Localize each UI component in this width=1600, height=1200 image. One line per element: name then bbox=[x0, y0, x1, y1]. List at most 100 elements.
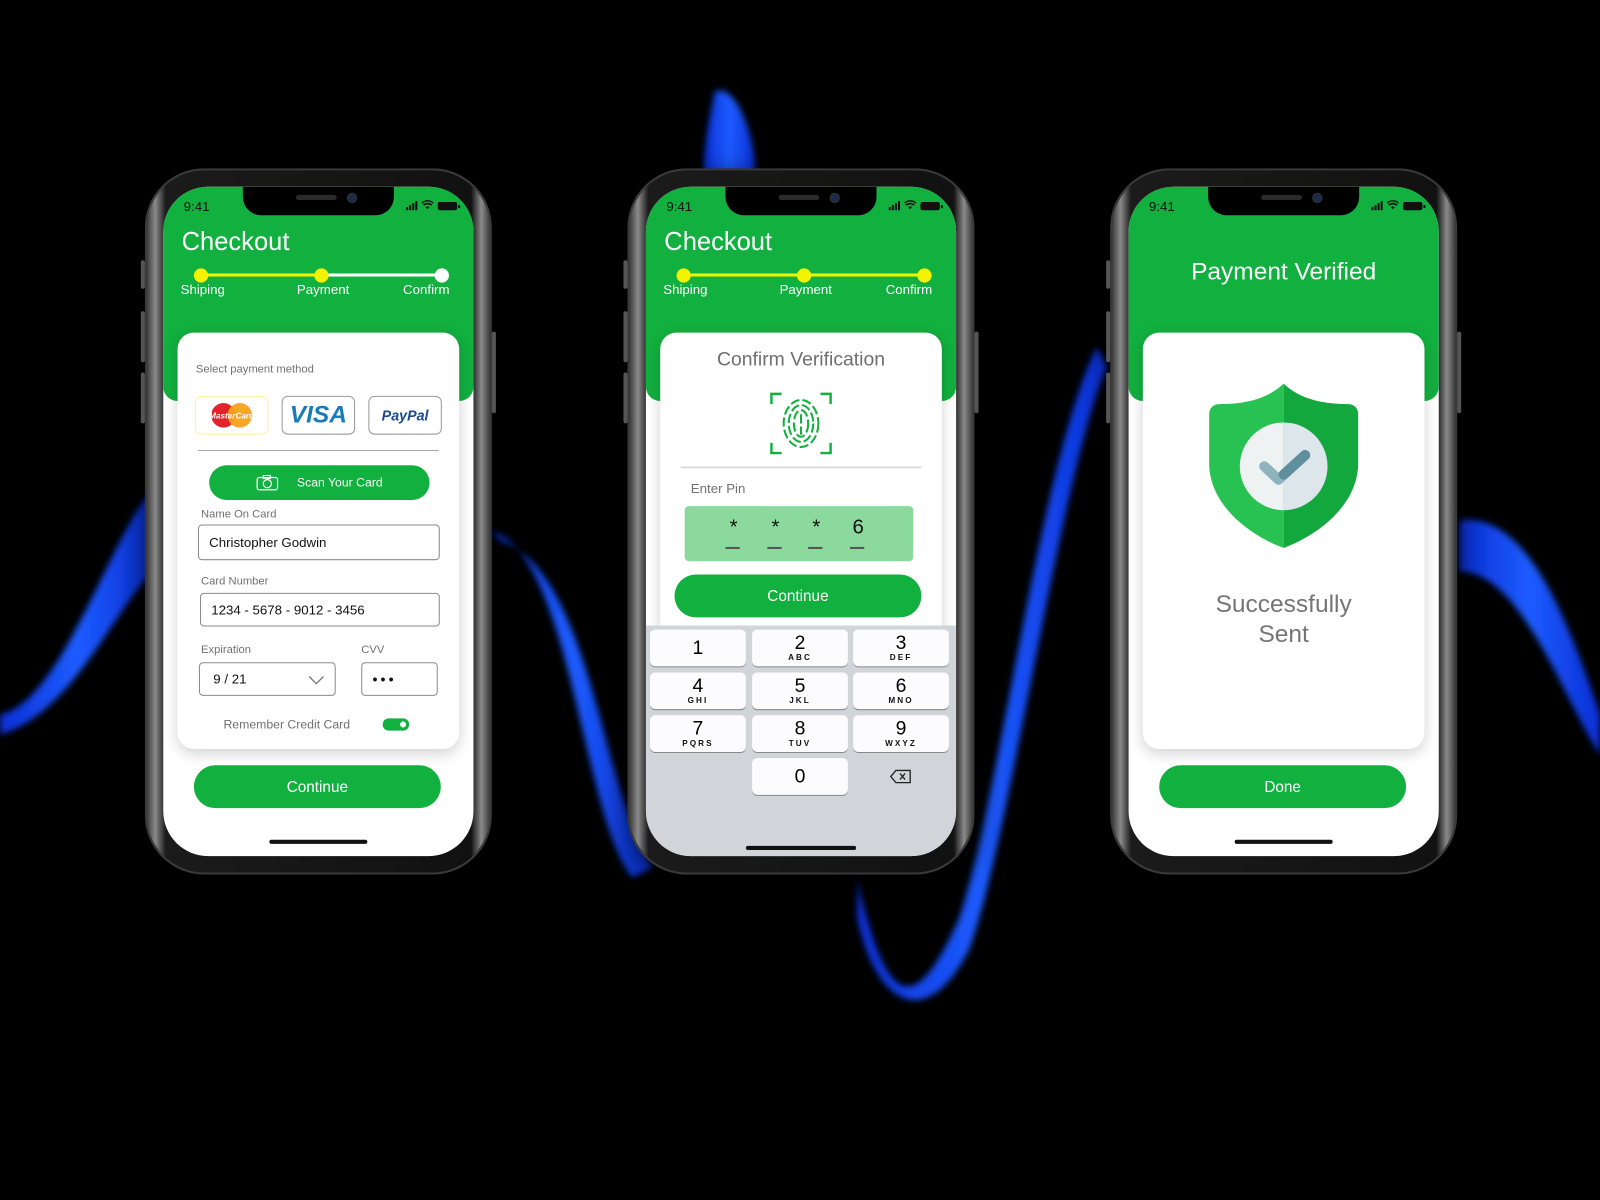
step-label-confirm: Confirm bbox=[885, 281, 933, 297]
key-3[interactable]: 3 DEF bbox=[853, 629, 949, 667]
enter-pin-label: Enter Pin bbox=[690, 480, 746, 496]
payment-method-mastercard[interactable]: MasterCard bbox=[194, 395, 269, 435]
divider bbox=[680, 466, 922, 469]
battery-icon bbox=[437, 202, 461, 211]
step-label-shipping: Shiping bbox=[180, 281, 225, 297]
notch bbox=[242, 186, 394, 216]
continue-button[interactable]: Continue bbox=[674, 574, 922, 618]
step-label-shipping: Shiping bbox=[663, 281, 708, 297]
remember-card-label: Remember Credit Card bbox=[223, 717, 351, 732]
backspace-icon bbox=[889, 769, 911, 784]
step-dot-payment bbox=[796, 268, 812, 283]
status-icons bbox=[888, 200, 943, 211]
success-message-line1: Successfully bbox=[1215, 590, 1352, 619]
payment-method-paypal[interactable]: PayPal bbox=[368, 395, 442, 435]
step-dot-shipping bbox=[676, 268, 691, 283]
screen: 9:41 Checkout Shiping Payment Confirm Co bbox=[645, 186, 957, 857]
phone-checkout-payment: 9:41 Checkout Shiping Payment Confirm Se bbox=[140, 168, 496, 875]
expiration-value: 9 / 21 bbox=[213, 671, 247, 687]
step-dot-payment bbox=[314, 268, 329, 283]
card-number-label: Card Number bbox=[201, 575, 269, 588]
continue-button[interactable]: Continue bbox=[193, 765, 441, 809]
key-9[interactable]: 9 WXYZ bbox=[853, 715, 949, 753]
done-button[interactable]: Done bbox=[1159, 765, 1407, 809]
numeric-keypad: 1 2 ABC 3 DEF 4 GHI 5 JKL 6 MNO 7 PQRS 8 TUV 9W… bbox=[645, 625, 957, 857]
pin-digit: 6 bbox=[849, 516, 866, 549]
step-dot-shipping bbox=[193, 268, 209, 283]
progress-stepper bbox=[193, 268, 449, 283]
page-title: Checkout bbox=[181, 227, 290, 257]
signal-icon bbox=[1371, 200, 1383, 211]
name-on-card-label: Name On Card bbox=[201, 508, 277, 521]
page-title: Payment Verified bbox=[1191, 258, 1377, 286]
wifi-icon bbox=[904, 200, 917, 210]
pin-input[interactable]: * * * 6 bbox=[684, 506, 914, 562]
verification-title: Confirm Verification bbox=[716, 348, 886, 371]
key-0[interactable]: 0 bbox=[752, 758, 848, 795]
battery-icon bbox=[1403, 202, 1426, 211]
remember-card-toggle[interactable] bbox=[382, 718, 410, 731]
status-time: 9:41 bbox=[1148, 198, 1175, 215]
fingerprint-icon[interactable] bbox=[769, 392, 832, 455]
expiration-label: Expiration bbox=[201, 643, 251, 657]
battery-icon bbox=[920, 202, 943, 211]
shield-check-icon bbox=[1209, 383, 1359, 548]
payment-method-visa[interactable]: VISA bbox=[281, 395, 356, 435]
step-label-confirm: Confirm bbox=[403, 281, 450, 297]
divider bbox=[197, 449, 439, 452]
key-2[interactable]: 2 ABC bbox=[752, 629, 848, 667]
camera-icon bbox=[256, 474, 279, 491]
progress-line-2 bbox=[321, 273, 444, 277]
name-on-card-input[interactable]: Christopher Godwin bbox=[197, 524, 440, 561]
screen: 9:41 Payment Verified Successfully Sent bbox=[1128, 186, 1439, 857]
chevron-down-icon bbox=[308, 676, 324, 685]
pin-digit: * bbox=[725, 516, 742, 549]
card-number-input[interactable]: 1234 - 5678 - 9012 - 3456 bbox=[199, 592, 440, 627]
expiration-select[interactable]: 9 / 21 bbox=[198, 662, 336, 696]
status-icons bbox=[1371, 200, 1426, 211]
select-payment-label: Select payment method bbox=[195, 363, 314, 376]
key-1[interactable]: 1 bbox=[649, 629, 746, 667]
step-dot-confirm bbox=[434, 268, 449, 283]
backspace-key[interactable] bbox=[853, 758, 949, 795]
screen: 9:41 Checkout Shiping Payment Confirm Se bbox=[163, 186, 474, 857]
notch bbox=[725, 186, 877, 216]
status-time: 9:41 bbox=[183, 198, 210, 215]
step-dot-confirm bbox=[917, 268, 932, 283]
wifi-icon bbox=[421, 200, 434, 210]
status-time: 9:41 bbox=[666, 198, 693, 215]
status-icons bbox=[406, 200, 461, 211]
notch bbox=[1208, 186, 1360, 216]
home-indicator bbox=[269, 839, 368, 844]
cvv-label: CVV bbox=[361, 643, 385, 657]
phone-confirm-verification: 9:41 Checkout Shiping Payment Confirm Co bbox=[623, 168, 979, 875]
home-indicator bbox=[1234, 839, 1333, 844]
key-7[interactable]: 7 PQRS bbox=[649, 715, 746, 753]
success-card: Successfully Sent bbox=[1142, 332, 1425, 749]
page-title: Checkout bbox=[664, 227, 773, 257]
success-message-line2: Sent bbox=[1258, 620, 1309, 648]
progress-line-2 bbox=[804, 273, 927, 277]
progress-line-1 bbox=[683, 273, 805, 277]
step-label-payment: Payment bbox=[296, 281, 350, 297]
home-indicator bbox=[745, 845, 857, 850]
visa-logo: VISA bbox=[289, 401, 347, 429]
wifi-icon bbox=[1386, 200, 1399, 210]
cvv-input[interactable]: ••• bbox=[361, 662, 438, 696]
mastercard-logo: MasterCard bbox=[209, 403, 255, 428]
progress-line-1 bbox=[201, 273, 322, 277]
paypal-logo: PayPal bbox=[381, 407, 429, 424]
key-4[interactable]: 4 GHI bbox=[649, 672, 746, 710]
pin-digit: * bbox=[767, 516, 783, 549]
key-5[interactable]: 5 JKL bbox=[752, 672, 848, 710]
step-label-payment: Payment bbox=[779, 281, 832, 297]
scan-card-label: Scan Your Card bbox=[296, 475, 383, 490]
progress-stepper bbox=[676, 268, 932, 283]
scan-card-button[interactable]: Scan Your Card bbox=[209, 465, 430, 500]
signal-icon bbox=[888, 200, 900, 211]
key-6[interactable]: 6 MNO bbox=[853, 672, 949, 710]
key-8[interactable]: 8 TUV bbox=[752, 715, 848, 753]
svg-text:MasterCard: MasterCard bbox=[209, 411, 255, 420]
phone-payment-verified: 9:41 Payment Verified Successfully Sent bbox=[1106, 168, 1462, 875]
payment-form-card: Select payment method MasterCard VISA Pa… bbox=[177, 332, 460, 749]
